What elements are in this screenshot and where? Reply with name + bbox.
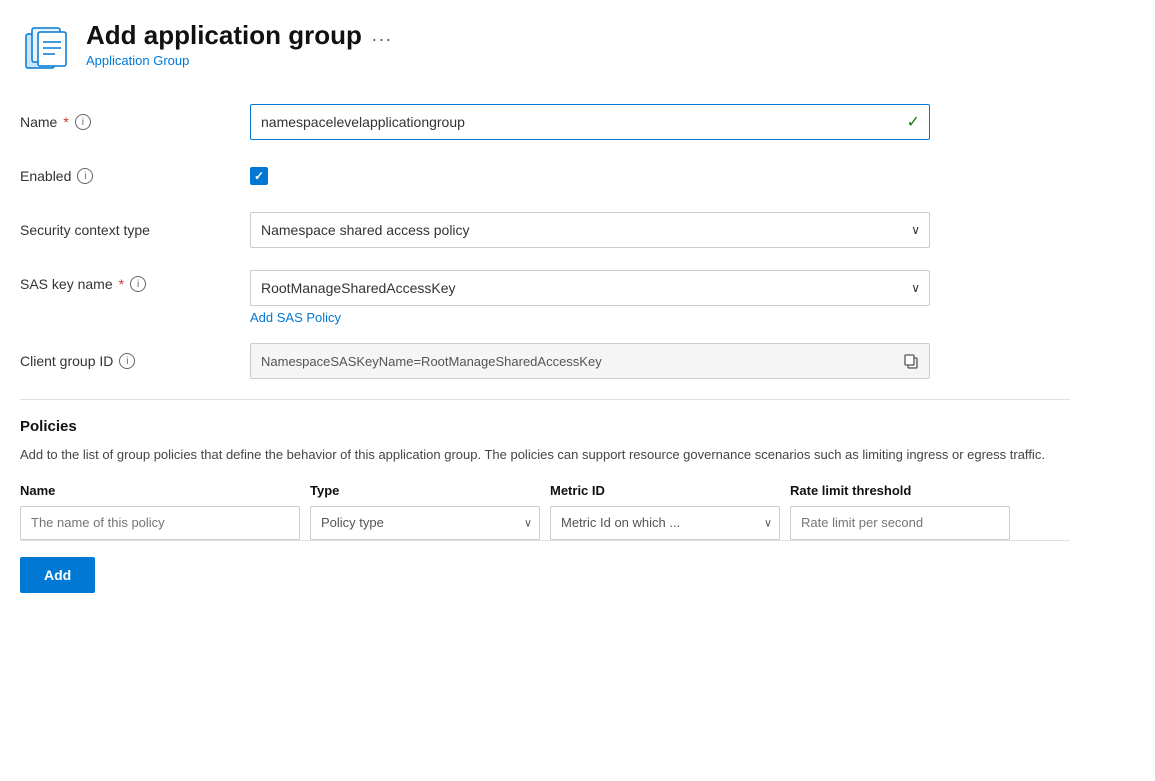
client-group-id-row: Client group ID i NamespaceSASKeyName=Ro…: [20, 343, 1070, 379]
name-row: Name * i ✓: [20, 104, 1070, 140]
footer: Add: [20, 540, 1070, 609]
col-header-metric-id: Metric ID: [550, 483, 780, 498]
metric-id-cell: Metric Id on which ... IncomingMessages …: [550, 506, 780, 540]
more-options-icon[interactable]: ...: [372, 25, 393, 46]
security-context-type-wrapper: Namespace shared access policy ∨: [250, 212, 930, 248]
enabled-checkbox[interactable]: ✓: [250, 167, 268, 185]
checkbox-check-icon: ✓: [254, 169, 264, 183]
main-form: Name * i ✓ Enabled i ✓: [20, 104, 1070, 379]
policy-name-input[interactable]: [20, 506, 300, 540]
name-info-icon[interactable]: i: [75, 114, 91, 130]
page-title: Add application group: [86, 20, 362, 51]
name-valid-icon: ✓: [907, 112, 920, 132]
sas-key-name-row: SAS key name * i RootManageSharedAccessK…: [20, 266, 1070, 325]
name-input-wrapper: ✓: [250, 104, 930, 140]
client-group-id-value: NamespaceSASKeyName=RootManageSharedAcce…: [261, 354, 602, 369]
enabled-label: Enabled i: [20, 168, 250, 184]
required-indicator: *: [63, 114, 68, 130]
enabled-checkbox-wrapper: ✓: [250, 167, 930, 185]
col-header-type: Type: [310, 483, 540, 498]
page-subtitle: Application Group: [86, 53, 393, 68]
rate-limit-cell: [790, 506, 1010, 540]
security-context-type-select[interactable]: Namespace shared access policy: [250, 212, 930, 248]
client-group-id-label: Client group ID i: [20, 353, 250, 369]
sas-key-name-wrapper: RootManageSharedAccessKey ∨ Add SAS Poli…: [250, 270, 930, 325]
sas-key-name-label: SAS key name * i: [20, 270, 250, 292]
client-group-id-info-icon[interactable]: i: [119, 353, 135, 369]
policy-type-cell: Policy type Throttling Policy ∨: [310, 506, 540, 540]
metric-id-select[interactable]: Metric Id on which ... IncomingMessages …: [550, 506, 780, 540]
security-context-type-row: Security context type Namespace shared a…: [20, 212, 1070, 248]
security-context-type-label: Security context type: [20, 222, 250, 238]
col-header-name: Name: [20, 483, 300, 498]
col-header-rate-limit: Rate limit threshold: [790, 483, 1010, 498]
enabled-row: Enabled i ✓: [20, 158, 1070, 194]
header-text-block: Add application group ... Application Gr…: [86, 20, 393, 68]
name-label: Name * i: [20, 114, 250, 130]
sas-required-indicator: *: [119, 276, 124, 292]
policies-description: Add to the list of group policies that d…: [20, 445, 1070, 465]
policies-section: Policies Add to the list of group polici…: [20, 399, 1070, 540]
rate-limit-input[interactable]: [790, 506, 1010, 540]
add-sas-policy-link[interactable]: Add SAS Policy: [250, 310, 930, 325]
page-header: Add application group ... Application Gr…: [20, 20, 1070, 74]
policy-name-cell: [20, 506, 300, 540]
name-input[interactable]: [250, 104, 930, 140]
policies-table-header: Name Type Metric ID Rate limit threshold: [20, 483, 1070, 506]
sas-info-icon[interactable]: i: [130, 276, 146, 292]
enabled-info-icon[interactable]: i: [77, 168, 93, 184]
add-button[interactable]: Add: [20, 557, 95, 593]
policies-title: Policies: [20, 418, 1070, 435]
policy-table-row: Policy type Throttling Policy ∨ Metric I…: [20, 506, 1070, 540]
app-group-icon: [20, 22, 72, 74]
sas-key-name-select[interactable]: RootManageSharedAccessKey: [250, 270, 930, 306]
copy-icon[interactable]: [903, 353, 919, 369]
policy-type-select[interactable]: Policy type Throttling Policy: [310, 506, 540, 540]
client-group-id-wrapper: NamespaceSASKeyName=RootManageSharedAcce…: [250, 343, 930, 379]
